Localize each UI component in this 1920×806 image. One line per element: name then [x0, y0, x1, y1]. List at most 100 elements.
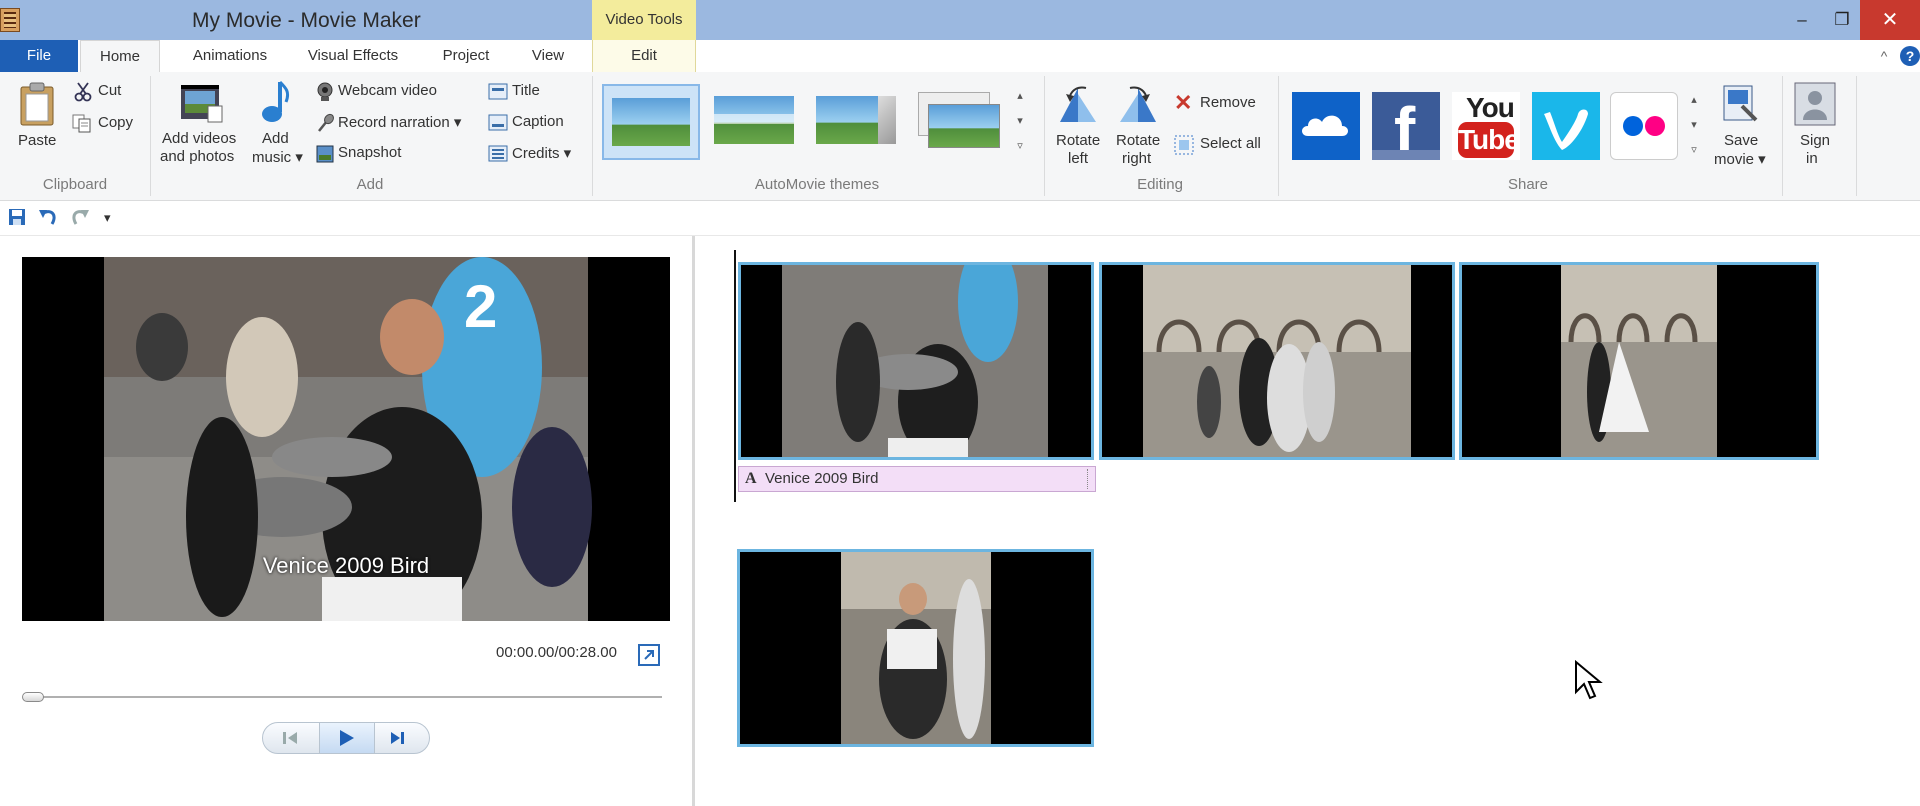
- music-note-icon: [262, 80, 290, 122]
- rotate-left-label-1: Rotate: [1056, 132, 1101, 149]
- video-preview[interactable]: 2 Venice 2009 Bird: [22, 257, 670, 621]
- paste-icon: [20, 82, 54, 126]
- add-music-label-2: music ▾: [252, 149, 303, 166]
- save-movie-button[interactable]: Save movie ▾: [1712, 80, 1768, 172]
- share-gallery-scroll[interactable]: ▴ ▾ ▿: [1686, 88, 1702, 164]
- youtube-tube-text: Tube: [1458, 122, 1520, 158]
- share-flickr-button[interactable]: [1610, 92, 1678, 160]
- movie-maker-app-icon[interactable]: [0, 8, 20, 32]
- record-narration-button[interactable]: Record narration ▾: [314, 111, 484, 135]
- close-button[interactable]: ✕: [1860, 0, 1920, 40]
- credits-label: Credits ▾: [512, 145, 572, 162]
- cut-button[interactable]: Cut: [72, 80, 142, 104]
- tab-file[interactable]: File: [0, 40, 78, 72]
- play-icon: [340, 730, 354, 746]
- redo-icon[interactable]: [68, 206, 90, 228]
- rotate-left-label-2: left: [1068, 150, 1089, 167]
- undo-icon[interactable]: [38, 206, 60, 228]
- remove-label: Remove: [1200, 94, 1256, 111]
- theme-thumbnail-cinematic[interactable]: [808, 84, 904, 160]
- add-group-label: Add: [356, 176, 384, 193]
- fullscreen-preview-icon[interactable]: [638, 644, 660, 666]
- save-icon[interactable]: [8, 208, 26, 226]
- share-vimeo-button[interactable]: [1532, 92, 1600, 160]
- tab-view[interactable]: View: [518, 40, 578, 72]
- snapshot-icon: [316, 145, 334, 163]
- ribbon-separator: [1856, 76, 1857, 196]
- playback-time: 00:00.00/00:28.00: [496, 644, 617, 661]
- select-all-button[interactable]: Select all: [1172, 133, 1272, 157]
- editing-group-label: Editing: [1137, 176, 1183, 193]
- seek-bar[interactable]: [22, 692, 664, 702]
- rotate-right-button[interactable]: Rotate right: [1110, 80, 1168, 172]
- title-button[interactable]: Title: [486, 80, 566, 104]
- svg-text:2: 2: [464, 273, 497, 340]
- user-avatar-icon: [1794, 82, 1836, 126]
- gallery-scroll[interactable]: ▴ ▾ ▿: [1012, 84, 1028, 160]
- ribbon-separator: [1782, 76, 1783, 196]
- title-label: Title: [512, 82, 540, 99]
- next-frame-button[interactable]: [377, 727, 419, 749]
- vimeo-icon: [1544, 109, 1588, 150]
- paste-label: Paste: [18, 132, 57, 149]
- tab-project[interactable]: Project: [424, 40, 508, 72]
- title-icon: [488, 83, 508, 100]
- tab-home[interactable]: Home: [80, 40, 160, 73]
- credits-button[interactable]: Credits ▾: [486, 142, 586, 166]
- webcam-icon: [317, 82, 333, 101]
- caption-text-icon: A: [745, 470, 757, 487]
- playhead[interactable]: [734, 250, 736, 502]
- caption-button[interactable]: Caption: [486, 111, 586, 135]
- webcam-video-button[interactable]: Webcam video: [314, 80, 474, 104]
- snapshot-label: Snapshot: [338, 144, 402, 161]
- share-facebook-button[interactable]: f: [1372, 92, 1440, 166]
- play-button[interactable]: [319, 723, 375, 753]
- sign-in-label-1: Sign: [1800, 132, 1831, 149]
- caption-icon: [488, 114, 508, 131]
- rotate-left-icon: [1060, 86, 1096, 122]
- add-music-label-1: Add: [262, 130, 289, 147]
- tab-visual-effects[interactable]: Visual Effects: [290, 40, 416, 72]
- select-all-icon: [1174, 135, 1194, 155]
- add-videos-label-2: and photos: [160, 148, 235, 165]
- copy-icon: [72, 114, 91, 133]
- quick-access-toolbar: [0, 201, 1920, 236]
- snapshot-button[interactable]: Snapshot: [314, 142, 434, 166]
- seek-thumb[interactable]: [22, 692, 44, 702]
- previous-frame-button[interactable]: [271, 727, 313, 749]
- window-title: My Movie - Movie Maker: [192, 9, 421, 32]
- paste-button[interactable]: Paste: [8, 78, 68, 154]
- share-onedrive-button[interactable]: [1292, 92, 1360, 160]
- video-tools-context-header: Video Tools: [592, 0, 696, 40]
- theme-thumbnail-fade[interactable]: [910, 84, 1006, 160]
- rotate-right-label-2: right: [1122, 150, 1152, 167]
- microphone-icon: [318, 113, 334, 132]
- collapse-ribbon-icon[interactable]: ^: [1874, 40, 1894, 72]
- seek-track: [26, 696, 662, 698]
- rotate-right-label-1: Rotate: [1116, 132, 1161, 149]
- tab-edit[interactable]: Edit: [592, 40, 696, 72]
- add-videos-photos-button[interactable]: Add videos and photos: [158, 78, 248, 168]
- theme-thumbnail-contemporary[interactable]: [706, 84, 802, 160]
- caption-clip[interactable]: A Venice 2009 Bird: [738, 466, 1096, 492]
- restore-button[interactable]: ❐: [1820, 0, 1864, 40]
- rotate-left-button[interactable]: Rotate left: [1050, 80, 1108, 172]
- minimize-button[interactable]: –: [1780, 0, 1824, 40]
- scissors-icon: [74, 82, 92, 102]
- copy-button[interactable]: Copy: [72, 112, 148, 136]
- remove-button[interactable]: ✕ Remove: [1172, 90, 1262, 116]
- theme-thumbnail-default[interactable]: [602, 84, 700, 160]
- customize-qat-icon[interactable]: ▾: [104, 210, 111, 226]
- add-music-button[interactable]: Add music ▾: [248, 78, 306, 168]
- theme-gallery: ▴ ▾ ▿: [600, 82, 1030, 166]
- mouse-cursor-icon: [1574, 659, 1604, 704]
- credits-icon: [488, 145, 508, 162]
- facebook-icon: f: [1372, 94, 1440, 166]
- tab-animations[interactable]: Animations: [170, 40, 290, 72]
- help-icon[interactable]: ?: [1900, 46, 1920, 66]
- caption-clip-resize-handle[interactable]: [1087, 469, 1092, 489]
- save-movie-icon: [1723, 85, 1758, 122]
- copy-label: Copy: [98, 114, 134, 131]
- sign-in-button[interactable]: Sign in: [1790, 80, 1840, 172]
- share-youtube-button[interactable]: You Tube: [1452, 92, 1520, 160]
